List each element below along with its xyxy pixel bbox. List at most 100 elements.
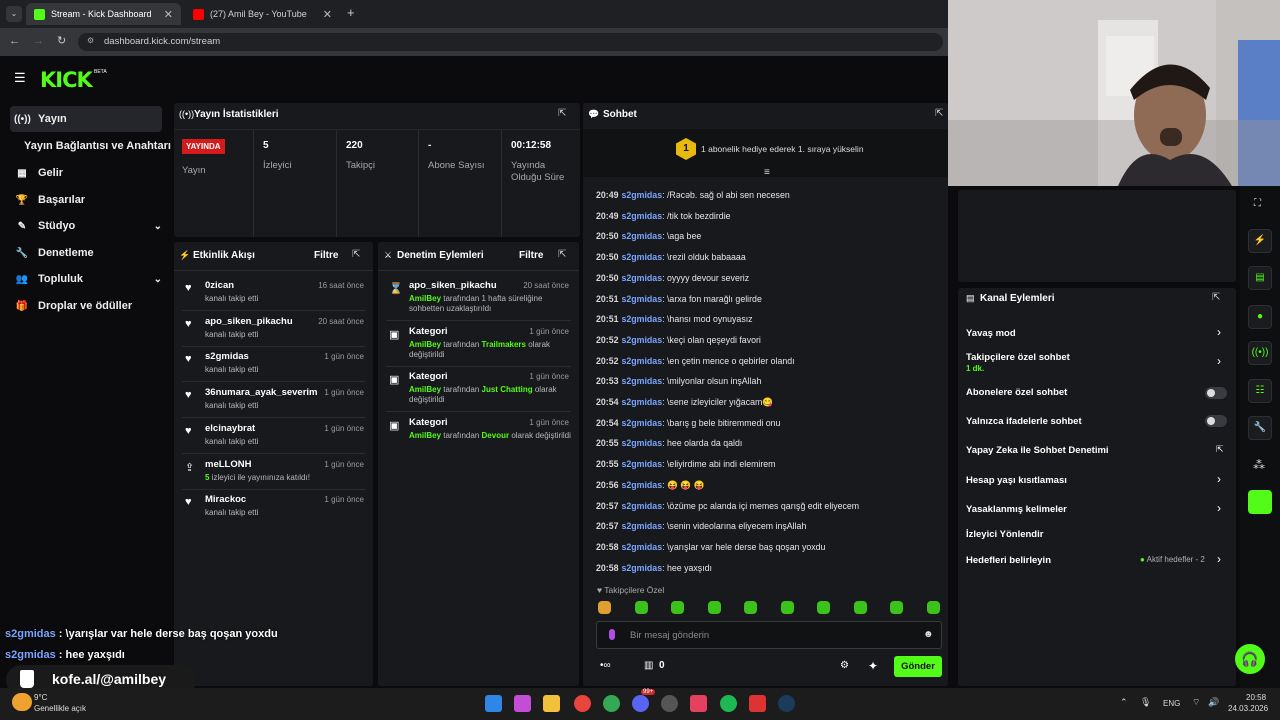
category-name[interactable]: Trailmakers — [482, 340, 526, 349]
language-indicator[interactable]: ENG — [1163, 699, 1180, 708]
chevron-right-icon[interactable]: › — [1217, 472, 1221, 486]
chat-bubble-icon[interactable]: ● — [1248, 305, 1272, 329]
emote-icon[interactable] — [707, 601, 721, 614]
tab-list-button[interactable]: ⌄ — [6, 6, 22, 22]
site-info-icon[interactable]: ⚙ — [87, 36, 94, 45]
emote-icon[interactable] — [671, 601, 684, 614]
discord-icon[interactable] — [632, 695, 649, 712]
close-tab-icon[interactable]: ✕ — [323, 8, 332, 21]
chevron-right-icon[interactable]: › — [1217, 325, 1221, 339]
external-link-icon[interactable]: ⇱ — [1216, 444, 1224, 455]
activity-filter-button[interactable]: Filtre — [314, 250, 338, 261]
sidebar-item-yayin[interactable]: ((•)) Yayın — [10, 106, 162, 132]
chat-username[interactable]: s2gmidas — [622, 521, 663, 531]
obs-icon[interactable] — [661, 695, 678, 712]
actor-name[interactable]: AmilBey — [409, 431, 441, 440]
tf-icon[interactable] — [749, 695, 766, 712]
copilot-icon[interactable] — [514, 695, 531, 712]
chat-username[interactable]: s2gmidas — [622, 335, 663, 345]
emoji-icon[interactable]: ☻ — [923, 629, 934, 640]
chat-username[interactable]: s2gmidas — [622, 459, 663, 469]
mic-tray-icon[interactable]: 🎙 — [1140, 697, 1151, 708]
redirect-viewers-row[interactable]: İzleyici Yönlendir — [966, 529, 1043, 540]
actor-name[interactable]: AmilBey — [409, 385, 441, 394]
emote-chat-row[interactable]: Yalnızca ifadelerle sohbet — [966, 416, 1082, 427]
emote-icon[interactable] — [744, 601, 757, 614]
chat-username[interactable]: s2gmidas — [622, 356, 663, 366]
settings-icon[interactable]: ⚙ — [840, 660, 849, 671]
wrench-icon[interactable]: 🔧 — [1248, 416, 1272, 440]
popout-icon[interactable]: ⇱ — [935, 108, 943, 119]
emote-icon[interactable] — [634, 601, 648, 614]
subs-chat-row[interactable]: Abonelere özel sohbet — [966, 387, 1067, 398]
chrome-icon[interactable] — [574, 695, 591, 712]
slow-mode-row[interactable]: Yavaş mod — [966, 328, 1016, 339]
chat-username[interactable]: s2gmidas — [622, 376, 663, 386]
url-bar[interactable]: ⚙ dashboard.kick.com/stream — [78, 33, 943, 51]
windows-start-icon[interactable] — [485, 695, 502, 712]
tab-youtube[interactable]: (27) Amil Bey - YouTube ✕ — [185, 3, 340, 25]
chevron-right-icon[interactable]: › — [1217, 354, 1221, 368]
category-name[interactable]: Devour — [482, 431, 510, 440]
emote-chat-toggle[interactable] — [1205, 415, 1227, 427]
subs-chat-toggle[interactable] — [1205, 387, 1227, 399]
emote-icon[interactable] — [853, 601, 867, 614]
chat-username[interactable]: s2gmidas — [622, 252, 663, 262]
goals-row[interactable]: Hedefleri belirleyin — [966, 555, 1051, 566]
chat-username[interactable]: s2gmidas — [622, 294, 663, 304]
emote-icon[interactable] — [598, 601, 611, 614]
notes-icon[interactable]: ▤ — [1248, 266, 1272, 290]
chat-username[interactable]: s2gmidas — [622, 314, 663, 324]
close-tab-icon[interactable]: ✕ — [164, 8, 173, 21]
actor-name[interactable]: AmilBey — [409, 294, 441, 303]
expand-icon[interactable]: ⇱ — [558, 249, 566, 260]
weather-icon[interactable] — [12, 693, 32, 711]
collapse-icon[interactable]: ≡ — [764, 167, 770, 178]
chrome-profile-icon[interactable] — [603, 695, 620, 712]
steam-icon[interactable] — [778, 695, 795, 712]
account-age-row[interactable]: Hesap yaşı kısıtlaması — [966, 475, 1067, 486]
expand-icon[interactable]: ⇱ — [1212, 292, 1220, 303]
chat-username[interactable]: s2gmidas — [622, 501, 663, 511]
wifi-icon[interactable]: ⌔ — [1192, 697, 1200, 708]
fullscreen-icon[interactable]: ⛶ — [1254, 198, 1261, 209]
activity-user[interactable]: s2gmidas — [205, 351, 249, 362]
mod-filter-button[interactable]: Filtre — [519, 250, 543, 261]
chat-username[interactable]: s2gmidas — [622, 563, 663, 573]
user-avatar[interactable] — [1248, 490, 1272, 514]
grid-icon[interactable]: ☷ — [1248, 379, 1272, 403]
back-icon[interactable]: ← — [9, 35, 20, 47]
activity-user[interactable]: Mirackoc — [205, 494, 246, 505]
new-tab-button[interactable]: + — [347, 5, 355, 20]
ai-moderation-row[interactable]: Yapay Zeka ile Sohbet Denetimi — [966, 445, 1109, 456]
chevron-right-icon[interactable]: › — [1217, 501, 1221, 515]
chat-username[interactable]: s2gmidas — [622, 211, 663, 221]
lightning-icon[interactable]: ⚡ — [1248, 229, 1272, 253]
activity-user[interactable]: 0zican — [205, 280, 234, 291]
forward-icon[interactable]: → — [33, 35, 44, 47]
category-name[interactable]: Just Chatting — [482, 385, 533, 394]
mic-icon[interactable] — [609, 629, 615, 640]
chat-username[interactable]: s2gmidas — [622, 438, 663, 448]
menu-icon[interactable]: ☰ — [14, 70, 26, 86]
emote-icon[interactable] — [890, 601, 903, 614]
chat-username[interactable]: s2gmidas — [622, 542, 663, 552]
chat-username[interactable]: s2gmidas — [622, 397, 663, 407]
tiktok-icon[interactable] — [690, 695, 707, 712]
expand-icon[interactable]: ⇱ — [352, 249, 360, 260]
chat-input[interactable]: Bir mesaj gönderin ☻ — [596, 621, 942, 649]
sidebar-item-gelir[interactable]: ▦ Gelir — [10, 160, 162, 186]
support-icon[interactable]: 🎧 — [1235, 644, 1265, 674]
chat-username[interactable]: s2gmidas — [622, 273, 663, 283]
dots-icon[interactable]: ⁂ — [1253, 458, 1265, 472]
chat-username[interactable]: s2gmidas — [622, 480, 663, 490]
activity-user[interactable]: apo_siken_pikachu — [205, 316, 293, 327]
chat-username[interactable]: s2gmidas — [622, 231, 663, 241]
actor-name[interactable]: AmilBey — [409, 340, 441, 349]
reload-icon[interactable]: ↻ — [57, 34, 66, 47]
emote-icon[interactable] — [780, 601, 794, 614]
sidebar-item-denetleme[interactable]: 🔧 Denetleme — [10, 240, 162, 266]
kick-logo[interactable]: KICK — [40, 68, 93, 92]
chat-username[interactable]: s2gmidas — [622, 418, 663, 428]
store-icon[interactable]: ▥ — [644, 660, 653, 671]
